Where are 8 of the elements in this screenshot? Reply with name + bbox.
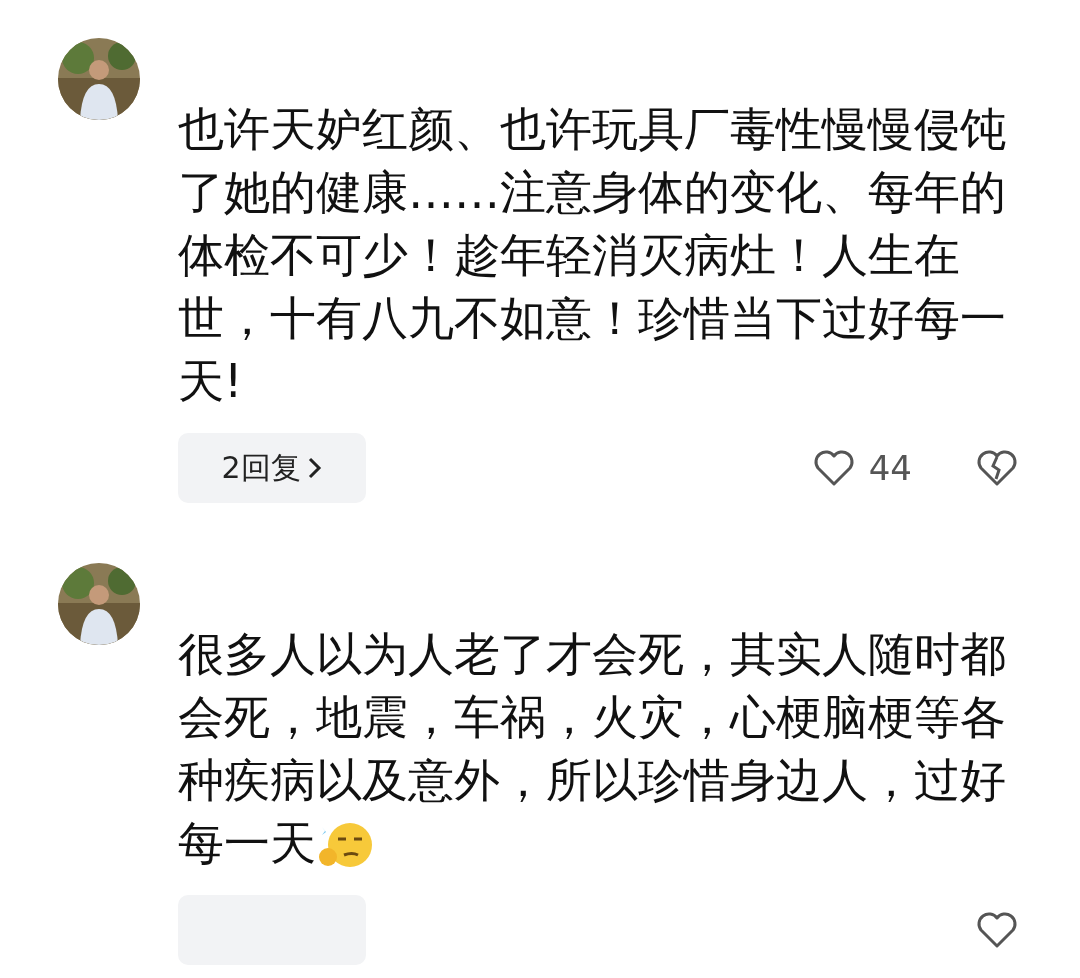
- comment-text: 也许天妒红颜、也许玩具厂毒性慢慢侵饨了她的健康……注意身体的变化、每年的体检不可少！趁年轻消灭病灶！人生在世，十有八九不如意！珍惜当下过好每一天!: [178, 101, 1007, 410]
- heart-icon[interactable]: [976, 911, 1018, 949]
- heart-icon[interactable]: [812, 449, 855, 487]
- like-count: 44: [868, 448, 912, 488]
- reply-button[interactable]: 2回复: [178, 433, 366, 503]
- comment-text: 很多人以为人老了才会死，其实人随时都会死，地震，车祸，火灾，心梗脑梗等各种疾病以及意外，所以珍惜身边人，过好每一天: [178, 626, 1007, 872]
- chevron-icon: [306, 456, 323, 480]
- broken-heart-icon[interactable]: [976, 449, 1018, 487]
